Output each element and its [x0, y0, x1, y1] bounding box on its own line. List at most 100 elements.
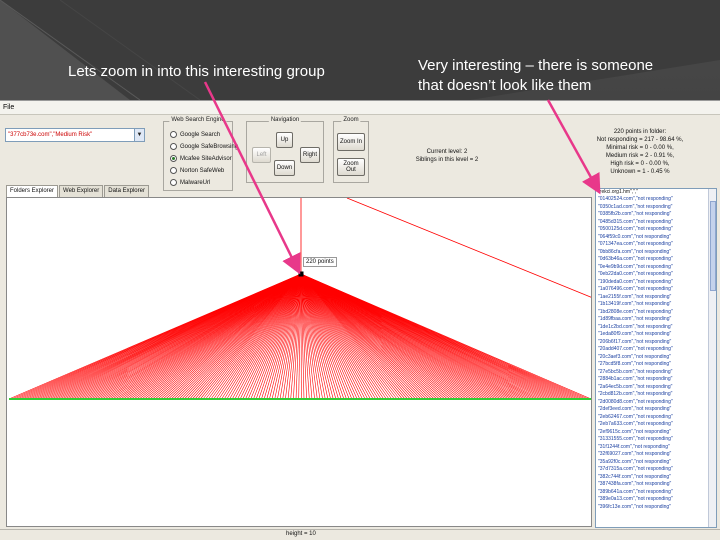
radio-google-search[interactable]: Google Search: [170, 131, 220, 138]
list-item[interactable]: "1bd2808e.com","not responding": [596, 309, 716, 317]
nav-left-button[interactable]: Left: [252, 147, 271, 163]
chevron-down-icon[interactable]: ▼: [134, 129, 144, 141]
list-item[interactable]: "2eb7a633.com","not responding": [596, 421, 716, 429]
radio-malwareurl[interactable]: MalwareUrl: [170, 179, 210, 186]
tab-folders-explorer[interactable]: Folders Explorer: [6, 185, 59, 197]
tree-canvas[interactable]: 220 points: [6, 197, 592, 527]
caption-zoom-group: Lets zoom in into this interesting group: [68, 63, 325, 80]
navigation-title: Navigation: [268, 117, 302, 123]
nav-down-button[interactable]: Down: [274, 160, 295, 176]
radio-label: Google SafeBrowsing: [180, 143, 239, 150]
list-item[interactable]: "396fc13e.com","not responding": [596, 504, 716, 512]
list-item[interactable]: "389b641a.com","not responding": [596, 489, 716, 497]
level-info: Current level: 2 Siblings in this level …: [402, 148, 492, 164]
navigation-group: Navigation Up Left Right Down: [246, 117, 324, 183]
list-item[interactable]: "27bcd5f8.com","not responding": [596, 361, 716, 369]
list-item[interactable]: "1d89fbaa.com","not responding": [596, 316, 716, 324]
folder-combo-value: "377cb73e.com","Medium Risk": [8, 132, 93, 138]
tree-edge: [208, 273, 302, 400]
domain-list[interactable]: "rekci.org1.hm","," "01402524.com","not …: [595, 188, 717, 528]
list-item[interactable]: "1ae2155f.com","not responding": [596, 294, 716, 302]
radio-label: Mcafee SiteAdvisor: [180, 155, 232, 162]
status-bar: height = 10: [0, 529, 720, 540]
list-item[interactable]: "382c744f.com","not responding": [596, 474, 716, 482]
list-item[interactable]: "2eb62467.com","not responding": [596, 414, 716, 422]
explorer-tabs: Folders Explorer Web Explorer Data Explo…: [6, 185, 150, 197]
list-item[interactable]: "20add407.com","not responding": [596, 346, 716, 354]
tab-data-explorer[interactable]: Data Explorer: [104, 185, 149, 197]
list-item[interactable]: "27e5bc5b.com","not responding": [596, 369, 716, 377]
siblings-count: Siblings in this level = 2: [415, 157, 479, 163]
app-window: File "377cb73e.com","Medium Risk" ▼ Web …: [0, 100, 720, 540]
zoom-in-button[interactable]: Zoom In: [337, 133, 365, 151]
scrollbar-thumb[interactable]: [710, 201, 716, 291]
tree-edge: [200, 273, 302, 400]
list-scrollbar[interactable]: [708, 189, 716, 527]
radio-google-safebrowsing[interactable]: Google SafeBrowsing: [170, 143, 238, 150]
folder-combo[interactable]: "377cb73e.com","Medium Risk" ▼: [5, 128, 145, 142]
list-item[interactable]: "190deda0.com","not responding": [596, 279, 716, 287]
list-item[interactable]: "35a92f0c.com","not responding": [596, 459, 716, 467]
cluster-root-node: [298, 271, 304, 277]
folder-high-risk: High risk = 0 - 0.00 %,: [610, 161, 670, 167]
caption-interesting-line2: that doesn’t look like them: [418, 77, 592, 94]
list-item[interactable]: "0485d315.com","not responding": [596, 219, 716, 227]
list-item[interactable]: "1de1c2bd.com","not responding": [596, 324, 716, 332]
list-item[interactable]: "2cbd812b.com","not responding": [596, 391, 716, 399]
radio-dot-icon: [170, 131, 177, 138]
web-search-engine-title: Web Search Engine: [169, 117, 227, 123]
caption-interesting: Very interesting – there is someone that…: [418, 56, 718, 96]
list-item[interactable]: "2884b1ac.com","not responding": [596, 376, 716, 384]
web-search-engine-group: Web Search Engine Google Search Google S…: [163, 117, 238, 191]
radio-dot-selected-icon: [170, 155, 177, 162]
menu-file[interactable]: File: [3, 104, 14, 111]
tree-height: height = 10: [286, 531, 316, 537]
tree-graph: [8, 198, 591, 400]
radio-dot-icon: [170, 179, 177, 186]
list-item[interactable]: "31f1244f.com","not responding": [596, 444, 716, 452]
list-item[interactable]: "0385fb2b.com","not responding": [596, 211, 716, 219]
list-item[interactable]: "0e4e9b9d.com","not responding": [596, 264, 716, 272]
folder-medium-risk: Medium risk = 2 - 0.91 %,: [605, 153, 675, 159]
list-item[interactable]: "01402524.com","not responding": [596, 196, 716, 204]
current-level: Current level: 2: [426, 149, 468, 155]
list-item[interactable]: "0500125d.com","not responding": [596, 226, 716, 234]
folder-minimal-risk: Minimal risk = 0 - 0.00 %,: [606, 145, 674, 151]
list-item[interactable]: "0bb86cfa.com","not responding": [596, 249, 716, 257]
nav-up-button[interactable]: Up: [276, 132, 293, 148]
list-item[interactable]: "387438fa.com","not responding": [596, 481, 716, 489]
list-item[interactable]: "32f69027.com","not responding": [596, 451, 716, 459]
tab-web-explorer[interactable]: Web Explorer: [59, 185, 104, 197]
sibling-edge: [346, 198, 591, 298]
list-item[interactable]: "071347ea.com","not responding": [596, 241, 716, 249]
list-item[interactable]: "1eda80f9.com","not responding": [596, 331, 716, 339]
list-item[interactable]: "2d0080d8.com","not responding": [596, 399, 716, 407]
list-item[interactable]: "31331555.com","not responding": [596, 436, 716, 444]
list-item[interactable]: "20c3aef3.com","not responding": [596, 354, 716, 362]
list-item[interactable]: "0eb22da0.com","not responding": [596, 271, 716, 279]
radio-dot-icon: [170, 167, 177, 174]
list-item[interactable]: "1a076496.com","not responding": [596, 286, 716, 294]
radio-mcafee-siteadvisor[interactable]: Mcafee SiteAdvisor: [170, 155, 232, 162]
list-item[interactable]: "206b6f17.com","not responding": [596, 339, 716, 347]
list-item[interactable]: "37d7315a.com","not responding": [596, 466, 716, 474]
radio-label: Google Search: [180, 131, 221, 138]
folder-points: 220 points in folder:: [613, 129, 667, 135]
radio-dot-icon: [170, 143, 177, 150]
radio-label: MalwareUrl: [180, 179, 211, 186]
caption-interesting-line1: Very interesting – there is someone: [418, 57, 654, 74]
list-item[interactable]: "2ef9615c.com","not responding": [596, 429, 716, 437]
folder-summary: 220 points in folder: Not responding = 2…: [560, 128, 720, 176]
zoom-out-button[interactable]: Zoom Out: [337, 158, 365, 176]
nav-right-button[interactable]: Right: [300, 147, 320, 163]
list-item[interactable]: "0350c1ad.com","not responding": [596, 204, 716, 212]
list-item[interactable]: "389e0a13.com","not responding": [596, 496, 716, 504]
list-item[interactable]: "2def3eed.com","not responding": [596, 406, 716, 414]
list-item[interactable]: "0d63b46a.com","not responding": [596, 256, 716, 264]
menu-bar: File: [0, 101, 720, 115]
zoom-title: Zoom: [341, 117, 361, 123]
radio-norton-safeweb[interactable]: Norton SafeWeb: [170, 167, 224, 174]
list-item[interactable]: "064f59c0.com","not responding": [596, 234, 716, 242]
list-item[interactable]: "2a64ec5b.com","not responding": [596, 384, 716, 392]
list-item[interactable]: "1b13419f.com","not responding": [596, 301, 716, 309]
